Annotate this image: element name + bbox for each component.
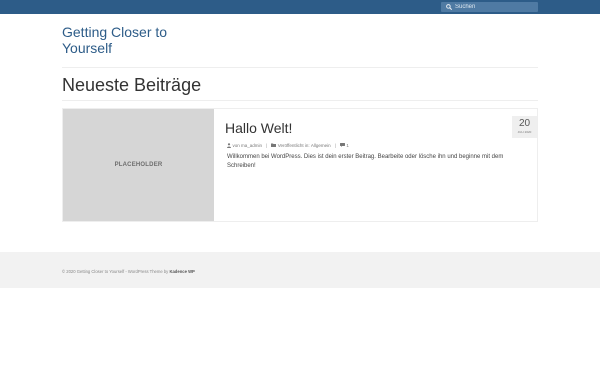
site-title[interactable]: Getting Closer to Yourself (62, 24, 192, 56)
date-badge: 20 JULI 2020 (512, 116, 537, 138)
top-bar (0, 0, 600, 14)
post-card: PLACEHOLDER Hallo Welt! 20 JULI 2020 von… (62, 108, 538, 222)
author-link[interactable]: ma_admin (241, 143, 262, 148)
post-meta: von ma_admin | Veröffentlicht in: Allgem… (227, 141, 349, 149)
site-footer: © 2020 Getting Closer to Yourself - Word… (0, 252, 600, 288)
comments-link[interactable]: 1 (346, 143, 349, 148)
user-icon (227, 142, 231, 148)
title-divider (62, 100, 538, 101)
meta-separator: | (266, 142, 268, 148)
author-prefix: von (232, 142, 240, 148)
folder-icon (271, 143, 277, 147)
category-prefix: Veröffentlicht in (277, 142, 309, 148)
search-input[interactable] (455, 2, 535, 12)
date-day: 20 (518, 118, 531, 129)
search-box[interactable] (441, 2, 538, 12)
post-excerpt: Willkommen bei WordPress. Dies ist dein … (227, 154, 504, 169)
thumbnail-label: PLACEHOLDER (114, 162, 163, 168)
category-link[interactable]: Allgemein (311, 143, 331, 148)
footer-credits: © 2020 Getting Closer to Yourself - Word… (62, 269, 195, 274)
theme-link[interactable]: Kadence WP (169, 269, 194, 274)
page-title: Neueste Beiträge (62, 75, 202, 95)
date-month-year: JULI 2020 (517, 130, 532, 134)
copyright-text: © 2020 Getting Closer to Yourself - Word… (62, 269, 169, 274)
comment-icon (339, 143, 345, 147)
meta-separator-2: | (334, 142, 336, 148)
header-divider (62, 67, 538, 68)
post-title-link[interactable]: Hallo Welt! (225, 120, 292, 136)
search-icon[interactable] (445, 2, 453, 12)
post-thumbnail[interactable]: PLACEHOLDER (63, 109, 214, 221)
